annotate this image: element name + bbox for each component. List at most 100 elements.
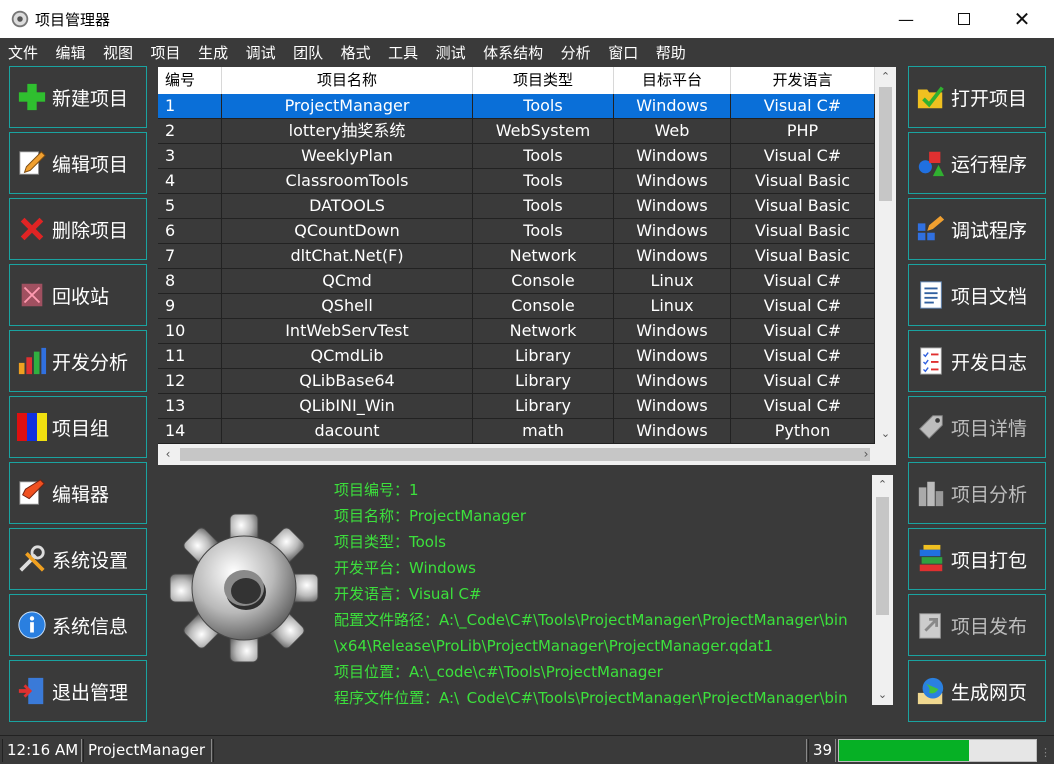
- left-button-5[interactable]: 项目组: [9, 396, 147, 458]
- right-button-9[interactable]: 生成网页: [908, 660, 1046, 722]
- column-header-3[interactable]: 目标平台: [614, 67, 731, 94]
- table-row[interactable]: 3 WeeklyPlan Tools Windows Visual C#: [158, 144, 875, 169]
- left-button-6[interactable]: 编辑器: [9, 462, 147, 524]
- right-button-8[interactable]: 项目发布: [908, 594, 1046, 656]
- scroll-up-icon[interactable]: ⌃: [875, 67, 896, 87]
- table-row[interactable]: 8 QCmd Console Linux Visual C#: [158, 269, 875, 294]
- menu-item-10[interactable]: 体系结构: [483, 42, 543, 63]
- table-row[interactable]: 2 lottery抽奖系统 WebSystem Web PHP: [158, 119, 875, 144]
- right-button-4[interactable]: 开发日志: [908, 330, 1046, 392]
- menu-item-5[interactable]: 调试: [246, 42, 276, 63]
- menu-item-2[interactable]: 视图: [103, 42, 133, 63]
- color-blocks-icon: [16, 411, 48, 443]
- scroll-down-icon[interactable]: ⌄: [875, 424, 896, 444]
- column-header-4[interactable]: 开发语言: [731, 67, 875, 94]
- table-cell: Tools: [473, 94, 614, 119]
- scroll-left-icon[interactable]: ‹: [158, 444, 178, 465]
- table-cell: PHP: [731, 119, 875, 144]
- left-button-4[interactable]: 开发分析: [9, 330, 147, 392]
- table-row[interactable]: 14 dacount math Windows Python: [158, 419, 875, 444]
- table-cell: Console: [473, 269, 614, 294]
- table-row[interactable]: 4 ClassroomTools Tools Windows Visual Basic: [158, 169, 875, 194]
- table-cell: Visual C#: [731, 344, 875, 369]
- left-button-7[interactable]: 系统设置: [9, 528, 147, 590]
- scroll-right-icon[interactable]: ›: [856, 444, 876, 465]
- right-button-label: 打开项目: [951, 87, 1028, 110]
- right-button-label: 项目发布: [951, 615, 1028, 638]
- table-row[interactable]: 6 QCountDown Tools Windows Visual Basic: [158, 219, 875, 244]
- table-cell: Tools: [473, 219, 614, 244]
- right-button-7[interactable]: 项目打包: [908, 528, 1046, 590]
- menu-item-12[interactable]: 窗口: [608, 42, 638, 63]
- info-line: 项目名称：ProjectManager: [334, 507, 527, 525]
- project-info-lines: 项目编号：1 项目名称：ProjectManager 项目类型：Tools 开发平台：…: [334, 477, 864, 705]
- table-row[interactable]: 5 DATOOLS Tools Windows Visual Basic: [158, 194, 875, 219]
- status-bar: 12:16 AM ProjectManager 39 ⋮: [0, 735, 1054, 764]
- resize-grip-icon[interactable]: ⋮: [1040, 746, 1051, 759]
- right-button-0[interactable]: 打开项目: [908, 66, 1046, 128]
- right-button-3[interactable]: 项目文档: [908, 264, 1046, 326]
- right-button-6[interactable]: 项目分析: [908, 462, 1046, 524]
- left-button-2[interactable]: 删除项目: [9, 198, 147, 260]
- minimize-button[interactable]: —: [878, 0, 934, 38]
- table-cell: Windows: [614, 344, 731, 369]
- column-header-2[interactable]: 项目类型: [473, 67, 614, 94]
- details-vertical-scrollbar[interactable]: ⌃ ⌄: [872, 475, 893, 705]
- info-line: 项目位置：A:\_code\c#\Tools\ProjectManager: [334, 663, 663, 681]
- table-hscroll-thumb[interactable]: [180, 448, 870, 461]
- table-row[interactable]: 10 IntWebServTest Network Windows Visual C#: [158, 319, 875, 344]
- table-row[interactable]: 7 dltChat.Net(F) Network Windows Visual Basi…: [158, 244, 875, 269]
- menu-item-3[interactable]: 项目: [151, 42, 181, 63]
- table-body: 1 ProjectManager Tools Windows Visual C# 2 lot…: [158, 94, 875, 444]
- table-row[interactable]: 9 QShell Console Linux Visual C#: [158, 294, 875, 319]
- app-gear-icon: [11, 10, 29, 28]
- right-button-2[interactable]: 调试程序: [908, 198, 1046, 260]
- menu-item-4[interactable]: 生成: [198, 42, 228, 63]
- table-row[interactable]: 1 ProjectManager Tools Windows Visual C#: [158, 94, 875, 119]
- table-cell: ClassroomTools: [222, 169, 473, 194]
- menu-item-0[interactable]: 文件: [8, 42, 38, 63]
- table-cell: Web: [614, 119, 731, 144]
- table-cell: Windows: [614, 169, 731, 194]
- right-button-label: 项目详情: [951, 417, 1028, 440]
- table-cell: lottery抽奖系统: [222, 119, 473, 144]
- table-cell: Windows: [614, 394, 731, 419]
- left-button-8[interactable]: 系统信息: [9, 594, 147, 656]
- menu-item-6[interactable]: 团队: [293, 42, 323, 63]
- left-button-3[interactable]: 回收站: [9, 264, 147, 326]
- left-button-label: 退出管理: [52, 681, 129, 704]
- table-cell: QCmdLib: [222, 344, 473, 369]
- tools-icon: [16, 543, 48, 575]
- table-row[interactable]: 12 QLibBase64 Library Windows Visual C#: [158, 369, 875, 394]
- left-button-0[interactable]: 新建项目: [9, 66, 147, 128]
- table-cell: Library: [473, 369, 614, 394]
- left-button-label: 编辑器: [52, 483, 110, 506]
- table-horizontal-scrollbar[interactable]: ‹ ›: [158, 444, 896, 465]
- menu-item-7[interactable]: 格式: [341, 42, 371, 63]
- menu-item-11[interactable]: 分析: [561, 42, 591, 63]
- details-scroll-thumb[interactable]: [876, 497, 889, 615]
- right-button-5[interactable]: 项目详情: [908, 396, 1046, 458]
- right-button-1[interactable]: 运行程序: [908, 132, 1046, 194]
- menu-item-1[interactable]: 编辑: [56, 42, 86, 63]
- close-icon: ✕: [1013, 7, 1031, 31]
- left-button-1[interactable]: 编辑项目: [9, 132, 147, 194]
- table-row[interactable]: 11 QCmdLib Library Windows Visual C#: [158, 344, 875, 369]
- table-cell: Windows: [614, 219, 731, 244]
- table-cell: Python: [731, 419, 875, 444]
- table-cell: QLibINI_Win: [222, 394, 473, 419]
- menu-item-13[interactable]: 帮助: [656, 42, 686, 63]
- menu-item-8[interactable]: 工具: [388, 42, 418, 63]
- column-header-1[interactable]: 项目名称: [222, 67, 473, 94]
- close-button[interactable]: ✕: [994, 0, 1050, 38]
- menu-item-9[interactable]: 测试: [436, 42, 466, 63]
- details-scroll-down-icon[interactable]: ⌄: [872, 685, 893, 705]
- maximize-button[interactable]: [936, 0, 992, 38]
- column-header-0[interactable]: 编号: [158, 67, 222, 94]
- table-scroll-thumb[interactable]: [879, 87, 892, 201]
- left-button-9[interactable]: 退出管理: [9, 660, 147, 722]
- table-vertical-scrollbar[interactable]: ⌃ ⌄: [875, 67, 896, 444]
- table-cell: Tools: [473, 194, 614, 219]
- details-scroll-up-icon[interactable]: ⌃: [872, 475, 893, 495]
- table-row[interactable]: 13 QLibINI_Win Library Windows Visual C#: [158, 394, 875, 419]
